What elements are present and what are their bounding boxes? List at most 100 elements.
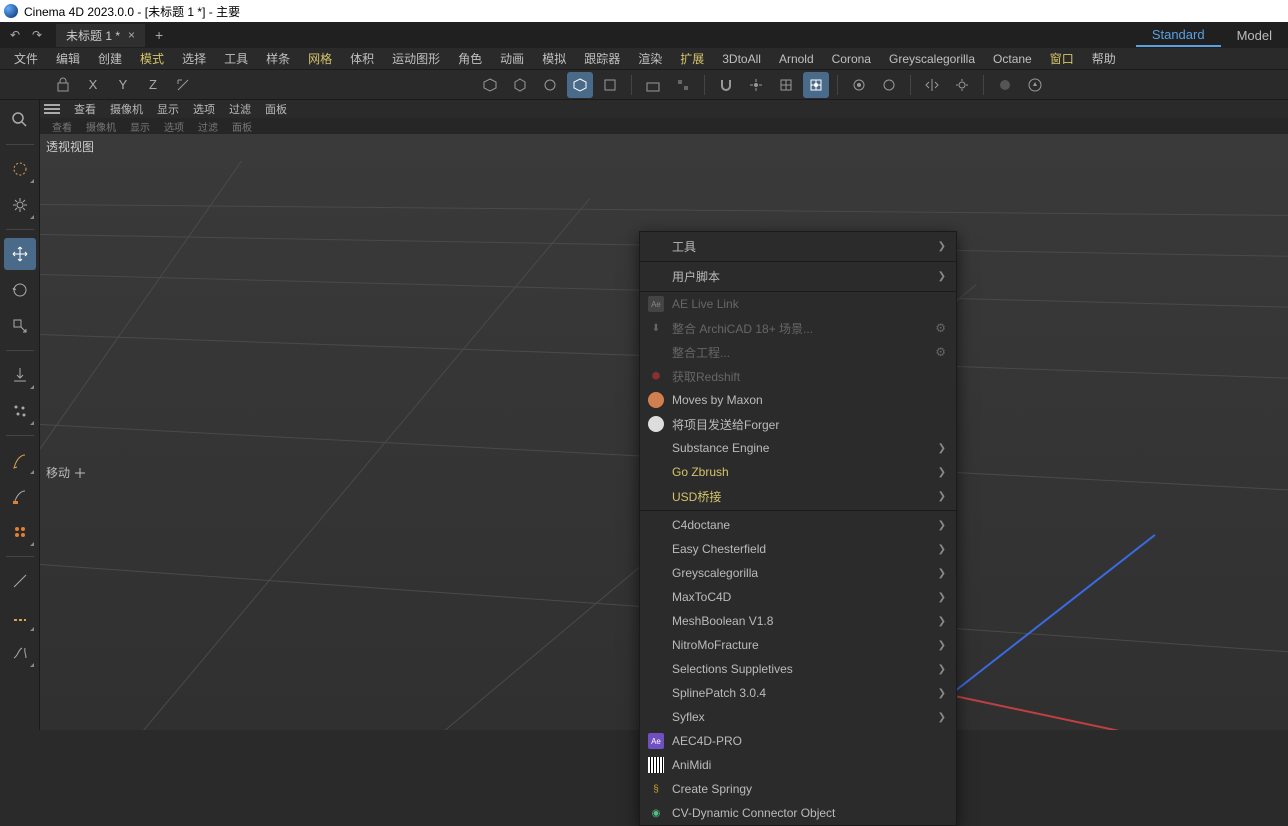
ext-ae-live-link[interactable]: AeAE Live Link: [640, 292, 956, 316]
ext-easy-chesterfield[interactable]: Easy Chesterfield❯: [640, 537, 956, 561]
cloud-icon[interactable]: [992, 72, 1018, 98]
menu-select[interactable]: 选择: [174, 48, 214, 69]
lock-axis-button[interactable]: [50, 72, 76, 98]
ext-c4doctane[interactable]: C4doctane❯: [640, 513, 956, 537]
line-tool-icon[interactable]: [4, 565, 36, 597]
document-tab[interactable]: 未标题 1 * ×: [56, 24, 145, 47]
menu-3dtoall[interactable]: 3DtoAll: [714, 50, 769, 68]
render-region-icon[interactable]: [876, 72, 902, 98]
menu-file[interactable]: 文件: [6, 48, 46, 69]
vp2-menu-camera[interactable]: 摄像机: [80, 119, 122, 134]
primitive-sphere-icon[interactable]: [537, 72, 563, 98]
ext-greyscalegorilla[interactable]: Greyscalegorilla❯: [640, 561, 956, 585]
paint-tool-icon[interactable]: [4, 480, 36, 512]
grid-icon[interactable]: [773, 72, 799, 98]
plane-icon[interactable]: [640, 72, 666, 98]
menu-create[interactable]: 创建: [90, 48, 130, 69]
ext-syflex[interactable]: Syflex❯: [640, 705, 956, 729]
menu-gsg[interactable]: Greyscalegorilla: [881, 50, 983, 68]
redo-button[interactable]: ↷: [26, 24, 48, 46]
gear-tool-icon[interactable]: [4, 189, 36, 221]
menu-animate[interactable]: 动画: [492, 48, 532, 69]
rotate-tool-icon[interactable]: [4, 274, 36, 306]
vp2-menu-filter[interactable]: 过滤: [192, 119, 224, 134]
asset-icon[interactable]: [1022, 72, 1048, 98]
menu-octane[interactable]: Octane: [985, 50, 1040, 68]
ext-moves-by-maxon[interactable]: Moves by Maxon: [640, 388, 956, 412]
brush-tool-icon[interactable]: [4, 444, 36, 476]
layout-standard[interactable]: Standard: [1136, 24, 1221, 47]
ext-aec4d-pro[interactable]: AeAEC4D-PRO: [640, 729, 956, 753]
new-tab-button[interactable]: +: [155, 27, 163, 43]
menu-arnold[interactable]: Arnold: [771, 50, 822, 68]
ext-archicad[interactable]: ⬇整合 ArchiCAD 18+ 场景...⚙: [640, 316, 956, 340]
axis-x-button[interactable]: X: [80, 72, 106, 98]
menu-volume[interactable]: 体积: [342, 48, 382, 69]
ext-selections-suppletives[interactable]: Selections Suppletives❯: [640, 657, 956, 681]
ext-animidi[interactable]: AniMidi: [640, 753, 956, 777]
menu-edit[interactable]: 编辑: [48, 48, 88, 69]
gear-icon[interactable]: ⚙: [935, 321, 946, 335]
tab-close-icon[interactable]: ×: [128, 28, 135, 42]
primitive-hex-icon[interactable]: [507, 72, 533, 98]
menu-mesh[interactable]: 网格: [300, 48, 340, 69]
vp2-menu-display[interactable]: 显示: [124, 119, 156, 134]
ext-splinepatch[interactable]: SplinePatch 3.0.4❯: [640, 681, 956, 705]
scale-tool-icon[interactable]: [4, 310, 36, 342]
symmetry-icon[interactable]: [919, 72, 945, 98]
menu-spline[interactable]: 样条: [258, 48, 298, 69]
vp-menu-filter[interactable]: 过滤: [223, 101, 257, 117]
ext-tools[interactable]: 工具❯: [640, 232, 956, 262]
vp2-menu-view[interactable]: 查看: [46, 119, 78, 134]
menu-window[interactable]: 窗口: [1042, 48, 1082, 69]
layout-model[interactable]: Model: [1221, 25, 1288, 46]
menu-simulate[interactable]: 模拟: [534, 48, 574, 69]
ext-nitromofracture[interactable]: NitroMoFracture❯: [640, 633, 956, 657]
curve-tool-icon[interactable]: [4, 637, 36, 669]
ext-redshift[interactable]: ⬢获取Redshift: [640, 364, 956, 388]
primitive-other-icon[interactable]: [597, 72, 623, 98]
place-tool-icon[interactable]: [4, 359, 36, 391]
snap-icon[interactable]: [743, 72, 769, 98]
ext-maxtoc4d[interactable]: MaxToC4D❯: [640, 585, 956, 609]
menu-character[interactable]: 角色: [450, 48, 490, 69]
render-icon[interactable]: [846, 72, 872, 98]
menu-extensions[interactable]: 扩展: [672, 48, 712, 69]
menu-tools[interactable]: 工具: [216, 48, 256, 69]
move-tool-icon[interactable]: [4, 238, 36, 270]
dash-tool-icon[interactable]: [4, 601, 36, 633]
live-select-tool-icon[interactable]: [4, 153, 36, 185]
ext-create-springy[interactable]: §Create Springy: [640, 777, 956, 801]
ext-forger[interactable]: 将项目发送给Forger: [640, 412, 956, 436]
menu-mograph[interactable]: 运动图形: [384, 48, 448, 69]
clone-tool-icon[interactable]: [4, 516, 36, 548]
menu-render[interactable]: 渲染: [630, 48, 670, 69]
ext-go-zbrush[interactable]: Go Zbrush❯: [640, 460, 956, 484]
primitive-cube-icon[interactable]: [477, 72, 503, 98]
vp-menu-display[interactable]: 显示: [151, 101, 185, 117]
magnet-icon[interactable]: [713, 72, 739, 98]
quad-icon[interactable]: [670, 72, 696, 98]
settings-icon[interactable]: [949, 72, 975, 98]
vp-menu-panel[interactable]: 面板: [259, 101, 293, 117]
vp2-menu-panel[interactable]: 面板: [226, 119, 258, 134]
vp-menu-camera[interactable]: 摄像机: [104, 101, 149, 117]
menu-help[interactable]: 帮助: [1084, 48, 1124, 69]
snap-grid-icon[interactable]: [803, 72, 829, 98]
primitive-active-icon[interactable]: [567, 72, 593, 98]
coord-system-button[interactable]: [170, 72, 196, 98]
ext-usd-bridge[interactable]: USD桥接❯: [640, 484, 956, 508]
menu-tracker[interactable]: 跟踪器: [576, 48, 628, 69]
undo-button[interactable]: ↶: [4, 24, 26, 46]
vp-menu-view[interactable]: 查看: [68, 101, 102, 117]
axis-z-button[interactable]: Z: [140, 72, 166, 98]
axis-y-button[interactable]: Y: [110, 72, 136, 98]
gear-icon[interactable]: ⚙: [935, 345, 946, 359]
scatter-tool-icon[interactable]: [4, 395, 36, 427]
ext-userscripts[interactable]: 用户脚本❯: [640, 262, 956, 292]
ext-substance[interactable]: Substance Engine❯: [640, 436, 956, 460]
vp-menu-options[interactable]: 选项: [187, 101, 221, 117]
search-tool-icon[interactable]: [4, 104, 36, 136]
ext-merge-project[interactable]: 整合工程...⚙: [640, 340, 956, 364]
ext-cv-dynamic-connector[interactable]: ◉CV-Dynamic Connector Object: [640, 801, 956, 825]
